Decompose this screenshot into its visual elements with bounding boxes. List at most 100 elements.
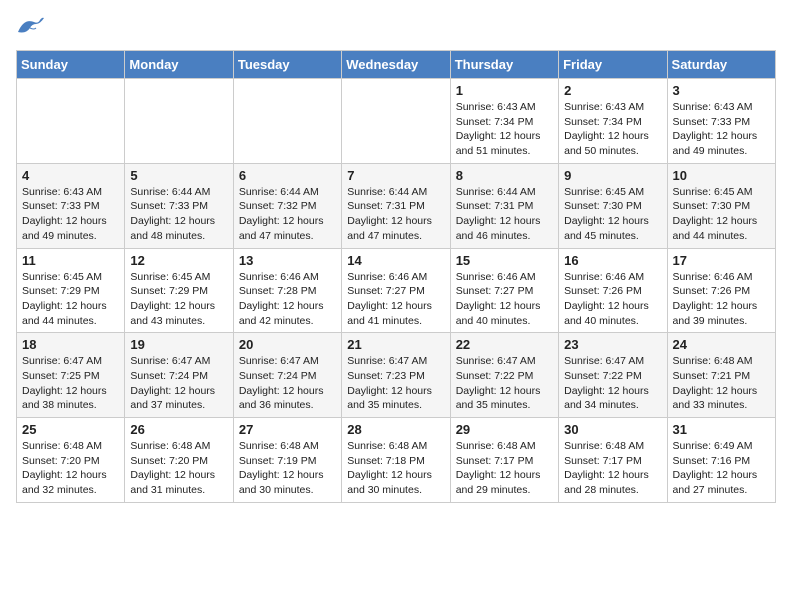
day-cell-0-1 <box>125 79 233 164</box>
day-number-9: 9 <box>564 168 661 183</box>
day-cell-4-1: 26 Sunrise: 6:48 AMSunset: 7:20 PMDayligh… <box>125 418 233 503</box>
day-info-31: Sunrise: 6:49 AMSunset: 7:16 PMDaylight:… <box>673 439 770 498</box>
day-number-10: 10 <box>673 168 770 183</box>
day-cell-0-3 <box>342 79 450 164</box>
week-row-3: 18 Sunrise: 6:47 AMSunset: 7:25 PMDayligh… <box>17 333 776 418</box>
day-info-11: Sunrise: 6:45 AMSunset: 7:29 PMDaylight:… <box>22 270 119 329</box>
week-row-2: 11 Sunrise: 6:45 AMSunset: 7:29 PMDayligh… <box>17 248 776 333</box>
header-wednesday: Wednesday <box>342 51 450 79</box>
day-number-27: 27 <box>239 422 336 437</box>
day-info-26: Sunrise: 6:48 AMSunset: 7:20 PMDaylight:… <box>130 439 227 498</box>
day-number-1: 1 <box>456 83 553 98</box>
day-info-22: Sunrise: 6:47 AMSunset: 7:22 PMDaylight:… <box>456 354 553 413</box>
day-cell-3-0: 18 Sunrise: 6:47 AMSunset: 7:25 PMDayligh… <box>17 333 125 418</box>
day-number-13: 13 <box>239 253 336 268</box>
day-cell-0-5: 2 Sunrise: 6:43 AMSunset: 7:34 PMDaylight… <box>559 79 667 164</box>
day-info-16: Sunrise: 6:46 AMSunset: 7:26 PMDaylight:… <box>564 270 661 329</box>
day-cell-1-4: 8 Sunrise: 6:44 AMSunset: 7:31 PMDaylight… <box>450 163 558 248</box>
day-number-6: 6 <box>239 168 336 183</box>
day-number-7: 7 <box>347 168 444 183</box>
day-cell-4-6: 31Sunrise: 6:49 AMSunset: 7:16 PMDayligh… <box>667 418 775 503</box>
day-number-8: 8 <box>456 168 553 183</box>
day-cell-1-2: 6 Sunrise: 6:44 AMSunset: 7:32 PMDaylight… <box>233 163 341 248</box>
day-info-15: Sunrise: 6:46 AMSunset: 7:27 PMDaylight:… <box>456 270 553 329</box>
header-monday: Monday <box>125 51 233 79</box>
day-cell-3-1: 19Sunrise: 6:47 AMSunset: 7:24 PMDayligh… <box>125 333 233 418</box>
day-info-17: Sunrise: 6:46 AMSunset: 7:26 PMDaylight:… <box>673 270 770 329</box>
day-number-3: 3 <box>673 83 770 98</box>
day-cell-0-4: 1 Sunrise: 6:43 AMSunset: 7:34 PMDaylight… <box>450 79 558 164</box>
day-number-22: 22 <box>456 337 553 352</box>
day-info-12: Sunrise: 6:45 AMSunset: 7:29 PMDaylight:… <box>130 270 227 329</box>
day-number-14: 14 <box>347 253 444 268</box>
day-cell-0-6: 3 Sunrise: 6:43 AMSunset: 7:33 PMDaylight… <box>667 79 775 164</box>
day-info-2: Sunrise: 6:43 AMSunset: 7:34 PMDaylight:… <box>564 100 661 159</box>
day-number-20: 20 <box>239 337 336 352</box>
day-info-9: Sunrise: 6:45 AMSunset: 7:30 PMDaylight:… <box>564 185 661 244</box>
day-info-24: Sunrise: 6:48 AMSunset: 7:21 PMDaylight:… <box>673 354 770 413</box>
header-thursday: Thursday <box>450 51 558 79</box>
day-info-4: Sunrise: 6:43 AMSunset: 7:33 PMDaylight:… <box>22 185 119 244</box>
day-number-29: 29 <box>456 422 553 437</box>
day-info-8: Sunrise: 6:44 AMSunset: 7:31 PMDaylight:… <box>456 185 553 244</box>
day-number-17: 17 <box>673 253 770 268</box>
day-cell-3-4: 22 Sunrise: 6:47 AMSunset: 7:22 PMDayligh… <box>450 333 558 418</box>
day-info-1: Sunrise: 6:43 AMSunset: 7:34 PMDaylight:… <box>456 100 553 159</box>
week-row-4: 25 Sunrise: 6:48 AMSunset: 7:20 PMDayligh… <box>17 418 776 503</box>
day-info-28: Sunrise: 6:48 AMSunset: 7:18 PMDaylight:… <box>347 439 444 498</box>
header-tuesday: Tuesday <box>233 51 341 79</box>
day-number-4: 4 <box>22 168 119 183</box>
day-info-20: Sunrise: 6:47 AMSunset: 7:24 PMDaylight:… <box>239 354 336 413</box>
day-cell-4-2: 27 Sunrise: 6:48 AMSunset: 7:19 PMDayligh… <box>233 418 341 503</box>
weekday-header-row: Sunday Monday Tuesday Wednesday Thursday… <box>17 51 776 79</box>
day-info-7: Sunrise: 6:44 AMSunset: 7:31 PMDaylight:… <box>347 185 444 244</box>
day-info-13: Sunrise: 6:46 AMSunset: 7:28 PMDaylight:… <box>239 270 336 329</box>
day-info-21: Sunrise: 6:47 AMSunset: 7:23 PMDaylight:… <box>347 354 444 413</box>
day-number-15: 15 <box>456 253 553 268</box>
day-cell-4-4: 29 Sunrise: 6:48 AMSunset: 7:17 PMDayligh… <box>450 418 558 503</box>
day-cell-2-3: 14Sunrise: 6:46 AMSunset: 7:27 PMDayligh… <box>342 248 450 333</box>
day-number-23: 23 <box>564 337 661 352</box>
header-saturday: Saturday <box>667 51 775 79</box>
day-number-25: 25 <box>22 422 119 437</box>
day-info-18: Sunrise: 6:47 AMSunset: 7:25 PMDaylight:… <box>22 354 119 413</box>
day-cell-3-5: 23 Sunrise: 6:47 AMSunset: 7:22 PMDayligh… <box>559 333 667 418</box>
day-cell-3-2: 20 Sunrise: 6:47 AMSunset: 7:24 PMDayligh… <box>233 333 341 418</box>
day-number-11: 11 <box>22 253 119 268</box>
day-number-19: 19 <box>130 337 227 352</box>
day-number-16: 16 <box>564 253 661 268</box>
logo-bird-icon <box>16 16 44 38</box>
day-info-5: Sunrise: 6:44 AMSunset: 7:33 PMDaylight:… <box>130 185 227 244</box>
day-cell-1-3: 7 Sunrise: 6:44 AMSunset: 7:31 PMDaylight… <box>342 163 450 248</box>
day-info-29: Sunrise: 6:48 AMSunset: 7:17 PMDaylight:… <box>456 439 553 498</box>
calendar-table: Sunday Monday Tuesday Wednesday Thursday… <box>16 50 776 503</box>
day-info-27: Sunrise: 6:48 AMSunset: 7:19 PMDaylight:… <box>239 439 336 498</box>
day-number-2: 2 <box>564 83 661 98</box>
day-number-5: 5 <box>130 168 227 183</box>
header <box>16 16 776 38</box>
day-cell-4-5: 30 Sunrise: 6:48 AMSunset: 7:17 PMDayligh… <box>559 418 667 503</box>
day-info-23: Sunrise: 6:47 AMSunset: 7:22 PMDaylight:… <box>564 354 661 413</box>
day-number-28: 28 <box>347 422 444 437</box>
day-cell-3-6: 24Sunrise: 6:48 AMSunset: 7:21 PMDayligh… <box>667 333 775 418</box>
day-number-21: 21 <box>347 337 444 352</box>
header-friday: Friday <box>559 51 667 79</box>
day-cell-1-6: 10Sunrise: 6:45 AMSunset: 7:30 PMDayligh… <box>667 163 775 248</box>
day-cell-4-3: 28 Sunrise: 6:48 AMSunset: 7:18 PMDayligh… <box>342 418 450 503</box>
day-number-12: 12 <box>130 253 227 268</box>
week-row-1: 4 Sunrise: 6:43 AMSunset: 7:33 PMDaylight… <box>17 163 776 248</box>
header-sunday: Sunday <box>17 51 125 79</box>
day-cell-2-6: 17 Sunrise: 6:46 AMSunset: 7:26 PMDayligh… <box>667 248 775 333</box>
day-info-30: Sunrise: 6:48 AMSunset: 7:17 PMDaylight:… <box>564 439 661 498</box>
day-number-26: 26 <box>130 422 227 437</box>
logo <box>16 16 48 38</box>
day-cell-2-2: 13 Sunrise: 6:46 AMSunset: 7:28 PMDayligh… <box>233 248 341 333</box>
day-number-18: 18 <box>22 337 119 352</box>
day-cell-3-3: 21 Sunrise: 6:47 AMSunset: 7:23 PMDayligh… <box>342 333 450 418</box>
day-cell-1-0: 4 Sunrise: 6:43 AMSunset: 7:33 PMDaylight… <box>17 163 125 248</box>
day-info-3: Sunrise: 6:43 AMSunset: 7:33 PMDaylight:… <box>673 100 770 159</box>
day-cell-1-1: 5 Sunrise: 6:44 AMSunset: 7:33 PMDaylight… <box>125 163 233 248</box>
day-number-30: 30 <box>564 422 661 437</box>
week-row-0: 1 Sunrise: 6:43 AMSunset: 7:34 PMDaylight… <box>17 79 776 164</box>
day-info-6: Sunrise: 6:44 AMSunset: 7:32 PMDaylight:… <box>239 185 336 244</box>
